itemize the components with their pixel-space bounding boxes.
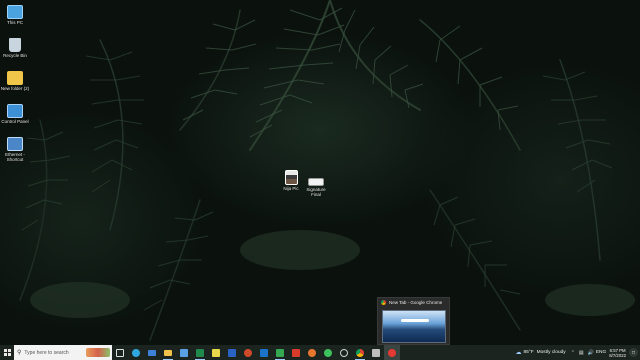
preview-title: New Tab - Google Chrome bbox=[389, 300, 443, 305]
taskbar-photos[interactable] bbox=[176, 345, 192, 360]
edge-icon bbox=[132, 348, 140, 357]
taskbar-file-explorer[interactable] bbox=[160, 345, 176, 360]
taskbar: ⚲ Type here to search ☁ 85°F Mostly clou… bbox=[0, 345, 640, 360]
signature-image-icon bbox=[308, 178, 324, 186]
volume-icon[interactable]: 🔊 bbox=[588, 350, 594, 356]
photo-icon bbox=[284, 170, 298, 185]
recycle-bin-icon bbox=[9, 38, 21, 52]
folder-icon bbox=[7, 71, 23, 85]
mail-icon bbox=[148, 349, 156, 356]
desktop-icon-ethernet[interactable]: Ethernet - Shortcut bbox=[0, 137, 30, 162]
notification-center-icon[interactable]: □ bbox=[629, 348, 638, 357]
chrome-icon bbox=[356, 348, 364, 357]
desktop-icon-label: New folder (2) bbox=[0, 86, 30, 91]
taskbar-word[interactable] bbox=[224, 345, 240, 360]
outlook-icon bbox=[260, 348, 268, 357]
search-icon: ⚲ bbox=[17, 350, 22, 356]
ethernet-icon bbox=[7, 137, 23, 151]
taskbar-clock[interactable]: 6:57 PM 8/7/2022 bbox=[609, 348, 626, 358]
desktop-icon-label: Control Panel bbox=[1, 119, 29, 124]
preview-title-row: New Tab - Google Chrome bbox=[378, 298, 449, 307]
taskbar-task-view[interactable] bbox=[112, 345, 128, 360]
weather-temperature[interactable]: 85°F bbox=[523, 350, 533, 355]
taskbar-mail[interactable] bbox=[144, 345, 160, 360]
desktop-icon-label: This PC bbox=[6, 20, 23, 25]
system-tray: ☁ 85°F Mostly cloudy ⌃ ▤ 🔊 ENG 6:57 PM 8… bbox=[515, 345, 640, 360]
app-icon bbox=[372, 348, 380, 357]
taskbar-powerpoint[interactable] bbox=[240, 345, 256, 360]
desktop-icon-signature-final[interactable]: Signature Final bbox=[301, 178, 331, 197]
clock-date: 8/7/2022 bbox=[609, 352, 626, 358]
start-button[interactable] bbox=[0, 345, 14, 360]
control-panel-icon bbox=[7, 104, 23, 118]
desktop-icon-label: Nija Pic bbox=[283, 186, 299, 191]
taskbar-app-red[interactable] bbox=[288, 345, 304, 360]
excel-icon bbox=[196, 348, 204, 357]
firefox-icon bbox=[308, 348, 316, 357]
taskbar-camtasia[interactable] bbox=[272, 345, 288, 360]
desktop-icon-this-pc[interactable]: This PC bbox=[0, 5, 30, 25]
weather-condition[interactable]: Mostly cloudy bbox=[537, 350, 566, 355]
taskbar-chrome[interactable] bbox=[352, 345, 368, 360]
taskbar-sticky-notes[interactable] bbox=[208, 345, 224, 360]
chrome-icon bbox=[381, 300, 386, 305]
taskbar-excel[interactable] bbox=[192, 345, 208, 360]
taskbar-whatsapp[interactable] bbox=[320, 345, 336, 360]
desktop-icon-new-folder[interactable]: New folder (2) bbox=[0, 71, 30, 91]
app-red-icon bbox=[292, 348, 300, 357]
show-hidden-icons-chevron-icon[interactable]: ⌃ bbox=[571, 350, 575, 356]
chrome-thumbnail-preview[interactable]: New Tab - Google Chrome bbox=[377, 297, 450, 345]
fern-leaves-background bbox=[19, 0, 635, 341]
camtasia-icon bbox=[276, 348, 284, 357]
computer-icon bbox=[7, 5, 23, 19]
search-highlight-image bbox=[86, 348, 110, 357]
desktop-icon-recycle-bin[interactable]: Recycle Bin bbox=[0, 38, 30, 58]
whatsapp-icon bbox=[324, 348, 332, 357]
photos-icon bbox=[180, 348, 188, 357]
desktop-icon-label: Signature Final bbox=[306, 187, 326, 197]
preview-search-bar bbox=[401, 319, 429, 322]
desktop-icon-control-panel[interactable]: Control Panel bbox=[0, 104, 30, 124]
windows-logo-icon bbox=[3, 349, 11, 356]
taskbar-screen-recorder[interactable] bbox=[384, 345, 400, 360]
taskbar-settings[interactable] bbox=[336, 345, 352, 360]
taskbar-outlook[interactable] bbox=[256, 345, 272, 360]
weather-cloud-icon[interactable]: ☁ bbox=[515, 349, 521, 356]
taskbar-search-box[interactable]: ⚲ Type here to search bbox=[14, 345, 112, 360]
taskbar-firefox[interactable] bbox=[304, 345, 320, 360]
desktop-icon-label: Ethernet - Shortcut bbox=[5, 152, 25, 162]
taskbar-edge[interactable] bbox=[128, 345, 144, 360]
preview-screenshot[interactable] bbox=[382, 310, 446, 343]
network-icon[interactable]: ▤ bbox=[579, 350, 584, 356]
task-view-icon bbox=[116, 348, 124, 357]
taskbar-app-gray[interactable] bbox=[368, 345, 384, 360]
powerpoint-icon bbox=[244, 348, 252, 357]
screen-recorder-icon bbox=[388, 348, 396, 357]
search-placeholder: Type here to search bbox=[24, 349, 69, 356]
settings-icon bbox=[340, 348, 348, 357]
file-explorer-icon bbox=[164, 349, 172, 356]
language-indicator[interactable]: ENG bbox=[596, 350, 606, 355]
desktop-wallpaper bbox=[0, 0, 640, 345]
word-icon bbox=[228, 348, 236, 357]
desktop-icon-label: Recycle Bin bbox=[3, 53, 27, 58]
sticky-notes-icon bbox=[212, 348, 220, 357]
